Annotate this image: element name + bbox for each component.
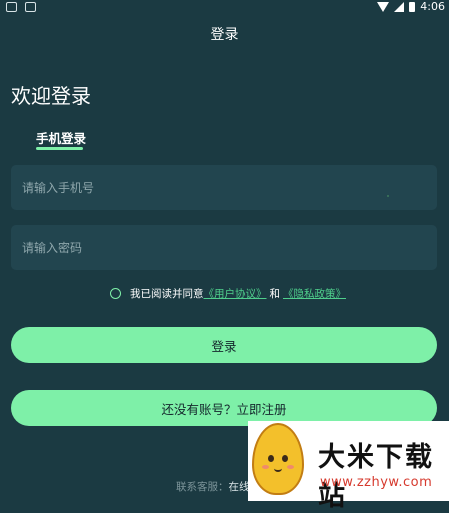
watermark-title: 大米下载站 (318, 442, 434, 512)
phone-input[interactable]: 请输入手机号 (11, 165, 437, 210)
password-input[interactable]: 请输入密码 (11, 225, 437, 270)
tab-phone-login[interactable]: 手机登录 (36, 128, 86, 147)
welcome-heading: 欢迎登录 (11, 84, 91, 108)
status-bar: 4:06 (0, 0, 449, 14)
tab-active-indicator (36, 147, 83, 150)
mascot-cheek (287, 465, 294, 469)
agreement-row: 我已阅读并同意 《用户协议》 和 《隐私政策》 (110, 286, 346, 301)
phone-input-placeholder: 请输入手机号 (22, 181, 95, 195)
watermark-url: www.zzhyw.com (320, 475, 433, 490)
agree-radio[interactable] (110, 288, 121, 299)
wifi-icon (377, 1, 390, 12)
notification-icon (6, 2, 17, 12)
password-input-placeholder: 请输入密码 (22, 241, 83, 255)
input-decoration-dot (387, 195, 389, 197)
user-agreement-link[interactable]: 《用户协议》 (204, 286, 267, 301)
signal-icon (394, 1, 405, 12)
login-button[interactable]: 登录 (11, 327, 437, 363)
agreement-prefix: 我已阅读并同意 (130, 288, 204, 300)
service-label: 联系客服： (176, 481, 229, 493)
status-right: 4:06 (377, 0, 445, 13)
image-icon (25, 2, 36, 12)
status-time: 4:06 (420, 0, 445, 13)
service-value: 在线 (228, 481, 250, 493)
privacy-policy-link[interactable]: 《隐私政策》 (283, 286, 346, 301)
mascot-cheek (262, 465, 269, 469)
mascot-mouth (274, 465, 282, 472)
page-title: 登录 (210, 27, 239, 43)
status-left-icons (6, 2, 36, 12)
site-watermark: 大米下载站 www.zzhyw.com (248, 421, 449, 512)
mascot-eye (282, 455, 288, 462)
battery-icon (409, 1, 416, 12)
egg-mascot-logo (252, 423, 304, 495)
agreement-and: 和 (269, 288, 281, 300)
mascot-eye (268, 455, 274, 462)
customer-service[interactable]: 联系客服：在线 (176, 479, 250, 494)
